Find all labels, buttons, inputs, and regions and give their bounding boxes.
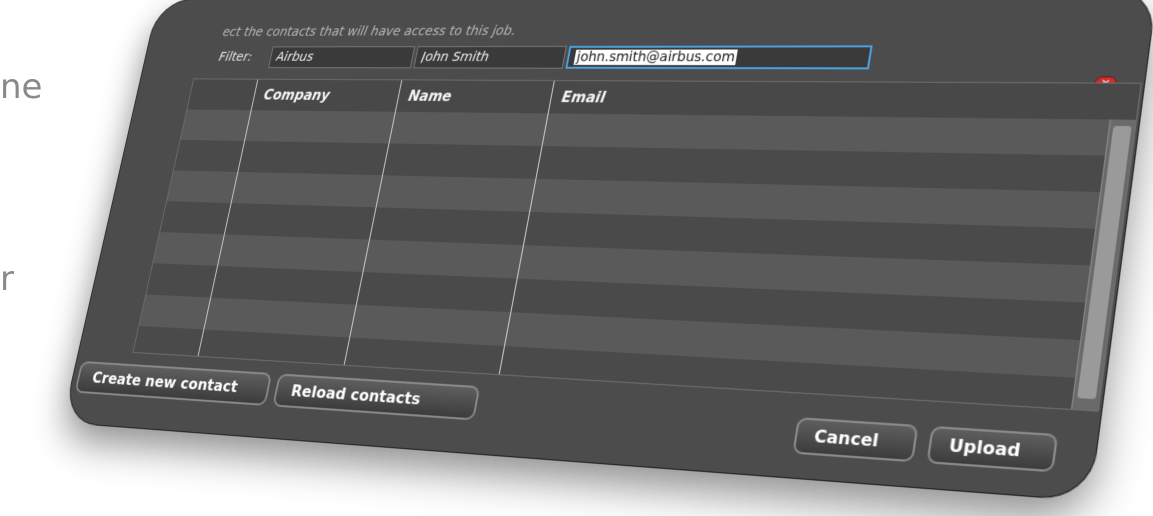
filter-name-input[interactable]: [413, 45, 567, 69]
dialog-perspective: ect the contacts that will have access t…: [0, 0, 1153, 516]
create-new-contact-button[interactable]: Create new contact: [74, 360, 273, 406]
reload-contacts-button[interactable]: Reload contacts: [272, 373, 481, 421]
column-header-email[interactable]: Email: [560, 89, 607, 107]
filter-label: Filter:: [217, 50, 254, 65]
filter-email-selected-text: john.smith@airbus.com: [573, 49, 739, 66]
contact-access-dialog: ect the contacts that will have access t…: [62, 0, 1153, 501]
column-header-name[interactable]: Name: [407, 88, 453, 105]
upload-button[interactable]: Upload: [926, 425, 1059, 473]
filter-company-input[interactable]: [268, 46, 416, 69]
column-header-company[interactable]: Company: [262, 87, 331, 104]
cancel-button[interactable]: Cancel: [792, 417, 919, 463]
dialog-instructions: ect the contacts that will have access t…: [221, 23, 518, 40]
filter-email-input[interactable]: john.smith@airbus.com: [565, 45, 873, 70]
contacts-table: Company Name Email: [132, 78, 1142, 412]
